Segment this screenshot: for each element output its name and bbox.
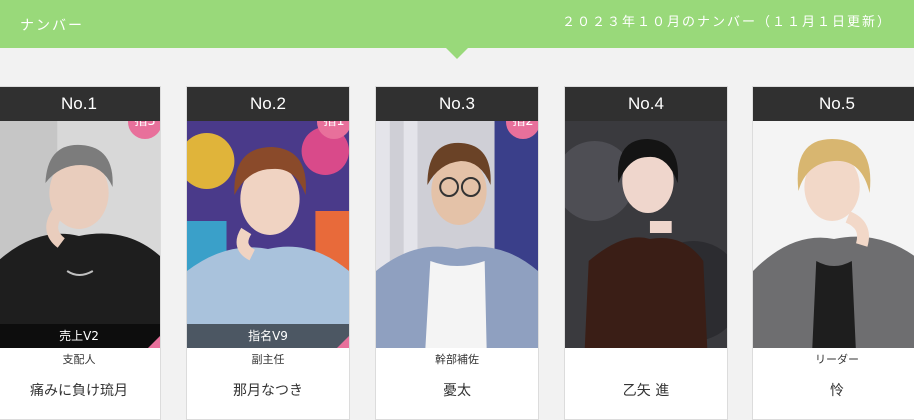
ranking-card-4[interactable]: No.4 乙矢 進 [564,86,728,420]
rank-label: No.4 [565,87,727,121]
host-photo[interactable] [753,121,914,348]
header-pointer-icon [446,48,468,59]
corner-accent [148,336,160,348]
ranking-card-2[interactable]: No.2 指1 指名V9 副主任 那月なつき [186,86,350,420]
achievement-tag: 指名V9 [187,324,349,348]
ranking-card-5[interactable]: No.5 リーダー 怜 [752,86,914,420]
host-name[interactable]: 痛みに負け琉月 [0,372,160,400]
rank-label: No.5 [753,87,914,121]
achievement-tag: 売上V2 [0,324,160,348]
host-name[interactable]: 怜 [753,372,914,400]
host-role [565,348,727,372]
corner-accent [337,336,349,348]
host-name[interactable]: 那月なつき [187,372,349,400]
rank-label: No.3 [376,87,538,121]
ranking-date-title: ２０２３年１０月のナンバー（１１月１日更新） [561,15,892,30]
host-photo[interactable]: 指3 売上V2 [0,121,160,348]
ranking-card-1[interactable]: No.1 指3 売上V2 支配人 痛みに負け琉月 [0,86,161,420]
ranking-header-bar: ナンバー ２０２３年１０月のナンバー（１１月１日更新） [0,0,914,48]
host-name[interactable]: 憂太 [376,372,538,400]
host-role: 副主任 [251,353,285,366]
ranking-card-3[interactable]: No.3 指2 幹部補佐 憂太 [375,86,539,420]
rank-label: No.1 [0,87,160,121]
host-role: 支配人 [62,353,96,366]
host-photo[interactable] [565,121,727,348]
rank-label: No.2 [187,87,349,121]
host-photo[interactable]: 指2 [376,121,538,348]
host-role: リーダー [815,353,859,366]
host-photo[interactable]: 指1 指名V9 [187,121,349,348]
host-role: 幹部補佐 [435,353,479,366]
section-title: ナンバー [20,18,84,34]
host-name[interactable]: 乙矢 進 [565,372,727,400]
